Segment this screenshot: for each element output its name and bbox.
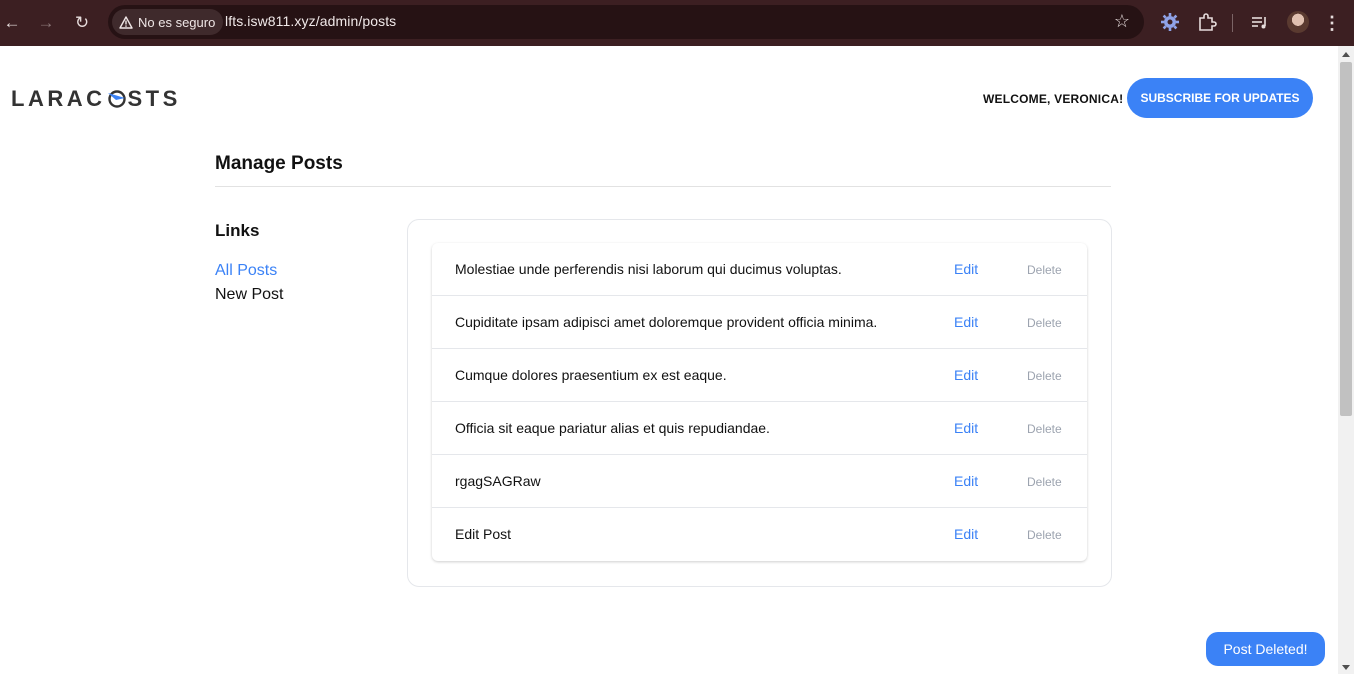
profile-avatar[interactable]	[1287, 11, 1309, 33]
title-divider	[215, 186, 1111, 187]
table-row: Edit Post Edit Delete	[432, 508, 1087, 561]
sidebar-item-all-posts[interactable]: All Posts	[215, 262, 277, 280]
page-scrollbar[interactable]	[1338, 46, 1354, 674]
sidebar-item-new-post[interactable]: New Post	[215, 286, 283, 304]
edit-link[interactable]: Edit	[954, 420, 978, 436]
flash-toast: Post Deleted!	[1206, 632, 1325, 666]
url-text[interactable]: lfts.isw811.xyz/admin/posts	[225, 13, 396, 29]
delete-button[interactable]: Delete	[1027, 263, 1062, 277]
warning-icon	[119, 15, 133, 29]
table-row: Molestiae unde perferendis nisi laborum …	[432, 243, 1087, 296]
subscribe-button[interactable]: Subscribe for Updates	[1127, 78, 1313, 118]
bookmark-star-icon[interactable]: ☆	[1114, 11, 1130, 32]
post-title: Cupiditate ipsam adipisci amet doloremqu…	[455, 314, 878, 330]
welcome-message: Welcome, Veronica!	[983, 92, 1124, 106]
logo-text-right: STS	[127, 86, 181, 111]
logo-text-left: LARAC	[11, 86, 106, 111]
post-title: Officia sit eaque pariatur alias et quis…	[455, 420, 770, 436]
extension-gear-icon[interactable]	[1159, 11, 1181, 33]
delete-button[interactable]: Delete	[1027, 422, 1062, 436]
delete-button[interactable]: Delete	[1027, 475, 1062, 489]
edit-link[interactable]: Edit	[954, 526, 978, 542]
post-title: Edit Post	[455, 526, 512, 542]
reload-icon[interactable]: ↻	[70, 11, 94, 35]
delete-button[interactable]: Delete	[1027, 528, 1062, 542]
laracasts-logo[interactable]: LARAC STS	[11, 86, 181, 112]
page-title: Manage Posts	[215, 153, 343, 174]
table-row: Officia sit eaque pariatur alias et quis…	[432, 402, 1087, 455]
kebab-menu-icon[interactable]: ⋮	[1322, 11, 1342, 35]
back-arrow-icon[interactable]: ←	[0, 11, 24, 35]
table-row: Cupiditate ipsam adipisci amet doloremqu…	[432, 296, 1087, 349]
scroll-thumb[interactable]	[1340, 62, 1352, 416]
posts-table: Molestiae unde perferendis nisi laborum …	[432, 243, 1087, 561]
media-queue-icon[interactable]	[1249, 11, 1271, 33]
edit-link[interactable]: Edit	[954, 473, 978, 489]
table-row: rgagSAGRaw Edit Delete	[432, 455, 1087, 508]
post-title: Cumque dolores praesentium ex est eaque.	[455, 367, 727, 383]
paper-plane-icon	[107, 90, 126, 108]
security-chip[interactable]: No es seguro	[112, 9, 224, 35]
security-label: No es seguro	[138, 14, 216, 30]
edit-link[interactable]: Edit	[954, 367, 978, 383]
delete-button[interactable]: Delete	[1027, 316, 1062, 330]
table-row: Cumque dolores praesentium ex est eaque.…	[432, 349, 1087, 402]
delete-button[interactable]: Delete	[1027, 369, 1062, 383]
post-title: rgagSAGRaw	[455, 473, 541, 489]
scroll-down-arrow-icon[interactable]	[1342, 665, 1350, 670]
extensions-puzzle-icon[interactable]	[1196, 11, 1218, 33]
scroll-up-arrow-icon[interactable]	[1342, 52, 1350, 57]
edit-link[interactable]: Edit	[954, 314, 978, 330]
address-bar[interactable]: No es seguro lfts.isw811.xyz/admin/posts…	[108, 5, 1144, 39]
edit-link[interactable]: Edit	[954, 261, 978, 277]
browser-toolbar: ← → ↻ No es seguro lfts.isw811.xyz/admin…	[0, 0, 1354, 46]
toolbar-divider	[1232, 14, 1233, 32]
sidebar-heading: Links	[215, 221, 260, 240]
post-title: Molestiae unde perferendis nisi laborum …	[455, 261, 842, 277]
forward-arrow-icon[interactable]: →	[34, 11, 58, 35]
